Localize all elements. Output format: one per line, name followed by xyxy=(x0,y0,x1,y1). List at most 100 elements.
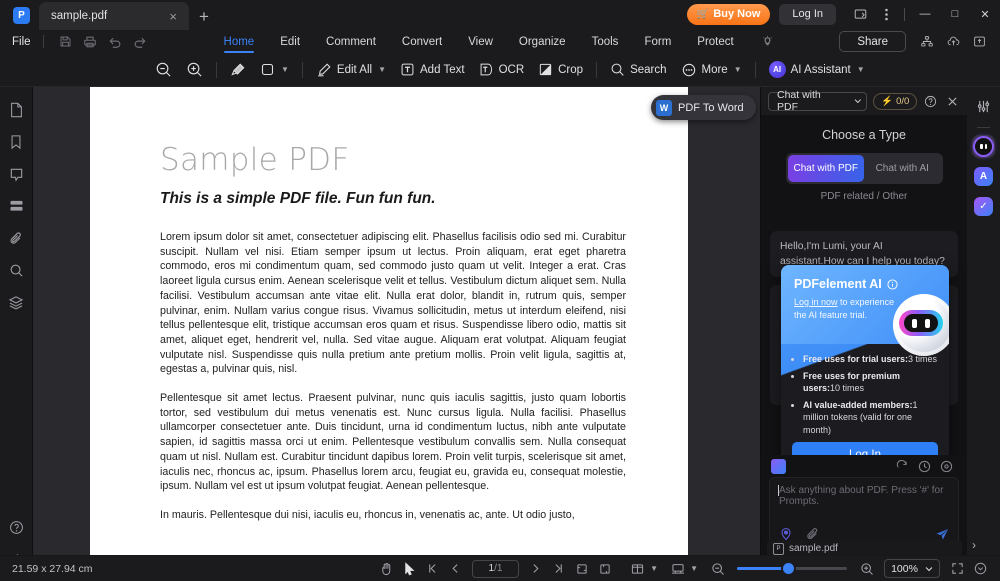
pdf-to-word-button[interactable]: W PDF To Word xyxy=(651,95,756,120)
settings-circle-icon[interactable] xyxy=(935,456,957,476)
cloud-upload-icon[interactable] xyxy=(940,31,966,53)
tab-view[interactable]: View xyxy=(455,31,506,53)
lumi-ai-icon[interactable] xyxy=(972,135,995,158)
page-number-input[interactable]: 1 / 1 xyxy=(472,560,519,578)
layers-panel-icon[interactable] xyxy=(0,190,33,222)
export-icon[interactable] xyxy=(966,31,992,53)
more-circle-icon[interactable] xyxy=(969,559,992,579)
shape-button[interactable]: ▼ xyxy=(253,57,296,83)
left-sidebar xyxy=(0,87,33,581)
bookmark-icon[interactable] xyxy=(0,126,33,158)
chevron-down-icon[interactable]: ▼ xyxy=(690,564,698,573)
zoom-out-button[interactable] xyxy=(148,57,179,83)
chat-with-ai-label: Chat with AI xyxy=(876,163,929,174)
ai-panel-header: Chat with PDF ⚡ 0/0 xyxy=(761,87,967,115)
tab-organize[interactable]: Organize xyxy=(506,31,579,53)
chevron-right-icon[interactable]: › xyxy=(972,538,976,552)
last-page-button[interactable] xyxy=(547,559,570,579)
ocr-button[interactable]: OCR xyxy=(472,57,532,83)
org-chart-icon[interactable] xyxy=(914,31,940,53)
crop-button[interactable]: Crop xyxy=(531,57,590,83)
help-icon[interactable] xyxy=(0,511,33,543)
lumi-face xyxy=(975,138,992,155)
zoom-in-icon[interactable] xyxy=(855,559,878,579)
chat-mode-select[interactable]: Chat with PDF xyxy=(768,92,867,111)
tab-comment[interactable]: Comment xyxy=(313,31,389,53)
ocr-label: OCR xyxy=(499,64,525,76)
prev-page-button[interactable] xyxy=(444,559,467,579)
feedback-icon[interactable] xyxy=(847,3,873,25)
zoom-value: 100% xyxy=(891,563,918,575)
close-window-button[interactable]: ✕ xyxy=(970,3,1000,25)
tab-protect[interactable]: Protect xyxy=(684,31,746,53)
ai-assistant-button[interactable]: AI AI Assistant ▼ xyxy=(762,57,872,83)
zoom-in-button[interactable] xyxy=(179,57,210,83)
next-page-button[interactable] xyxy=(524,559,547,579)
select-tool-icon[interactable] xyxy=(398,559,421,579)
history-icon[interactable] xyxy=(913,456,935,476)
more-button[interactable]: More ▼ xyxy=(674,57,749,83)
chat-with-pdf-option[interactable]: Chat with PDF xyxy=(788,155,865,182)
robot-mascot-icon xyxy=(893,294,949,356)
tab-view-label: View xyxy=(468,36,493,48)
share-button[interactable]: Share xyxy=(839,31,906,52)
highlight-button[interactable] xyxy=(223,57,253,83)
close-ai-panel-icon[interactable] xyxy=(945,91,960,111)
tab-home[interactable]: Home xyxy=(211,31,268,53)
comment-icon[interactable] xyxy=(0,158,33,190)
view-mode-icon[interactable] xyxy=(666,559,689,579)
tab-convert[interactable]: Convert xyxy=(389,31,455,53)
document-viewport[interactable]: Sample PDF This is a simple PDF file. Fu… xyxy=(33,87,760,555)
ai-prompt-input[interactable]: Ask anything about PDF. Press '#' for Pr… xyxy=(769,477,959,549)
chevron-down-icon[interactable]: ▼ xyxy=(650,564,658,573)
toolbar-divider-3 xyxy=(596,62,597,78)
add-text-button[interactable]: Add Text xyxy=(393,57,472,83)
tab-edit[interactable]: Edit xyxy=(267,31,313,53)
fit-width-icon[interactable] xyxy=(593,559,616,579)
tab-tools[interactable]: Tools xyxy=(579,31,632,53)
minimize-button[interactable]: — xyxy=(910,3,940,25)
fullscreen-icon[interactable] xyxy=(946,559,969,579)
undo-icon[interactable] xyxy=(103,32,128,52)
promo-benefit-list: Free uses for trial users:3 times Free u… xyxy=(781,344,949,436)
tab-form[interactable]: Form xyxy=(631,31,684,53)
redo-icon[interactable] xyxy=(128,32,153,52)
chat-with-ai-option[interactable]: Chat with AI xyxy=(864,155,941,182)
page-layout-icon[interactable] xyxy=(626,559,649,579)
file-source-icon[interactable] xyxy=(771,459,786,474)
hand-tool-icon[interactable] xyxy=(375,559,398,579)
maximize-button[interactable]: □ xyxy=(940,3,970,25)
more-vertical-icon[interactable] xyxy=(873,3,899,25)
fit-page-icon[interactable] xyxy=(570,559,593,579)
menubar-right: Share xyxy=(839,31,1000,53)
zoom-out-icon[interactable] xyxy=(706,559,729,579)
stamp-layers-icon[interactable] xyxy=(0,286,33,318)
zoom-level-select[interactable]: 100% xyxy=(884,559,940,578)
log-in-button[interactable]: Log In xyxy=(779,4,836,25)
thumbnails-icon[interactable] xyxy=(0,94,33,126)
zoom-slider[interactable] xyxy=(737,560,847,578)
ai-assistant-label: AI Assistant xyxy=(791,64,851,76)
slider-handle[interactable] xyxy=(783,563,794,574)
file-menu[interactable]: File xyxy=(12,36,31,48)
search-button[interactable]: Search xyxy=(603,57,673,83)
new-tab-button[interactable]: + xyxy=(199,7,209,27)
save-icon[interactable] xyxy=(53,32,78,52)
first-page-button[interactable] xyxy=(421,559,444,579)
attachment-icon[interactable] xyxy=(0,222,33,254)
close-tab-icon[interactable]: × xyxy=(165,9,181,24)
promo-login-link[interactable]: Log in now xyxy=(794,297,838,307)
tab-title: sample.pdf xyxy=(51,10,165,22)
lightbulb-icon[interactable] xyxy=(761,35,774,48)
buy-now-button[interactable]: 🛒 Buy Now xyxy=(687,4,771,25)
help-circle-icon[interactable] xyxy=(923,91,938,111)
refresh-icon[interactable] xyxy=(891,456,913,476)
ai-check-icon[interactable]: ✓ xyxy=(972,195,995,218)
token-counter[interactable]: ⚡ 0/0 xyxy=(873,93,917,110)
document-tab[interactable]: sample.pdf × xyxy=(39,2,189,30)
sliders-icon[interactable] xyxy=(971,93,997,119)
search-panel-icon[interactable] xyxy=(0,254,33,286)
print-icon[interactable] xyxy=(78,32,103,52)
ai-translate-icon[interactable]: A xyxy=(972,165,995,188)
edit-all-button[interactable]: Edit All ▼ xyxy=(309,57,393,83)
